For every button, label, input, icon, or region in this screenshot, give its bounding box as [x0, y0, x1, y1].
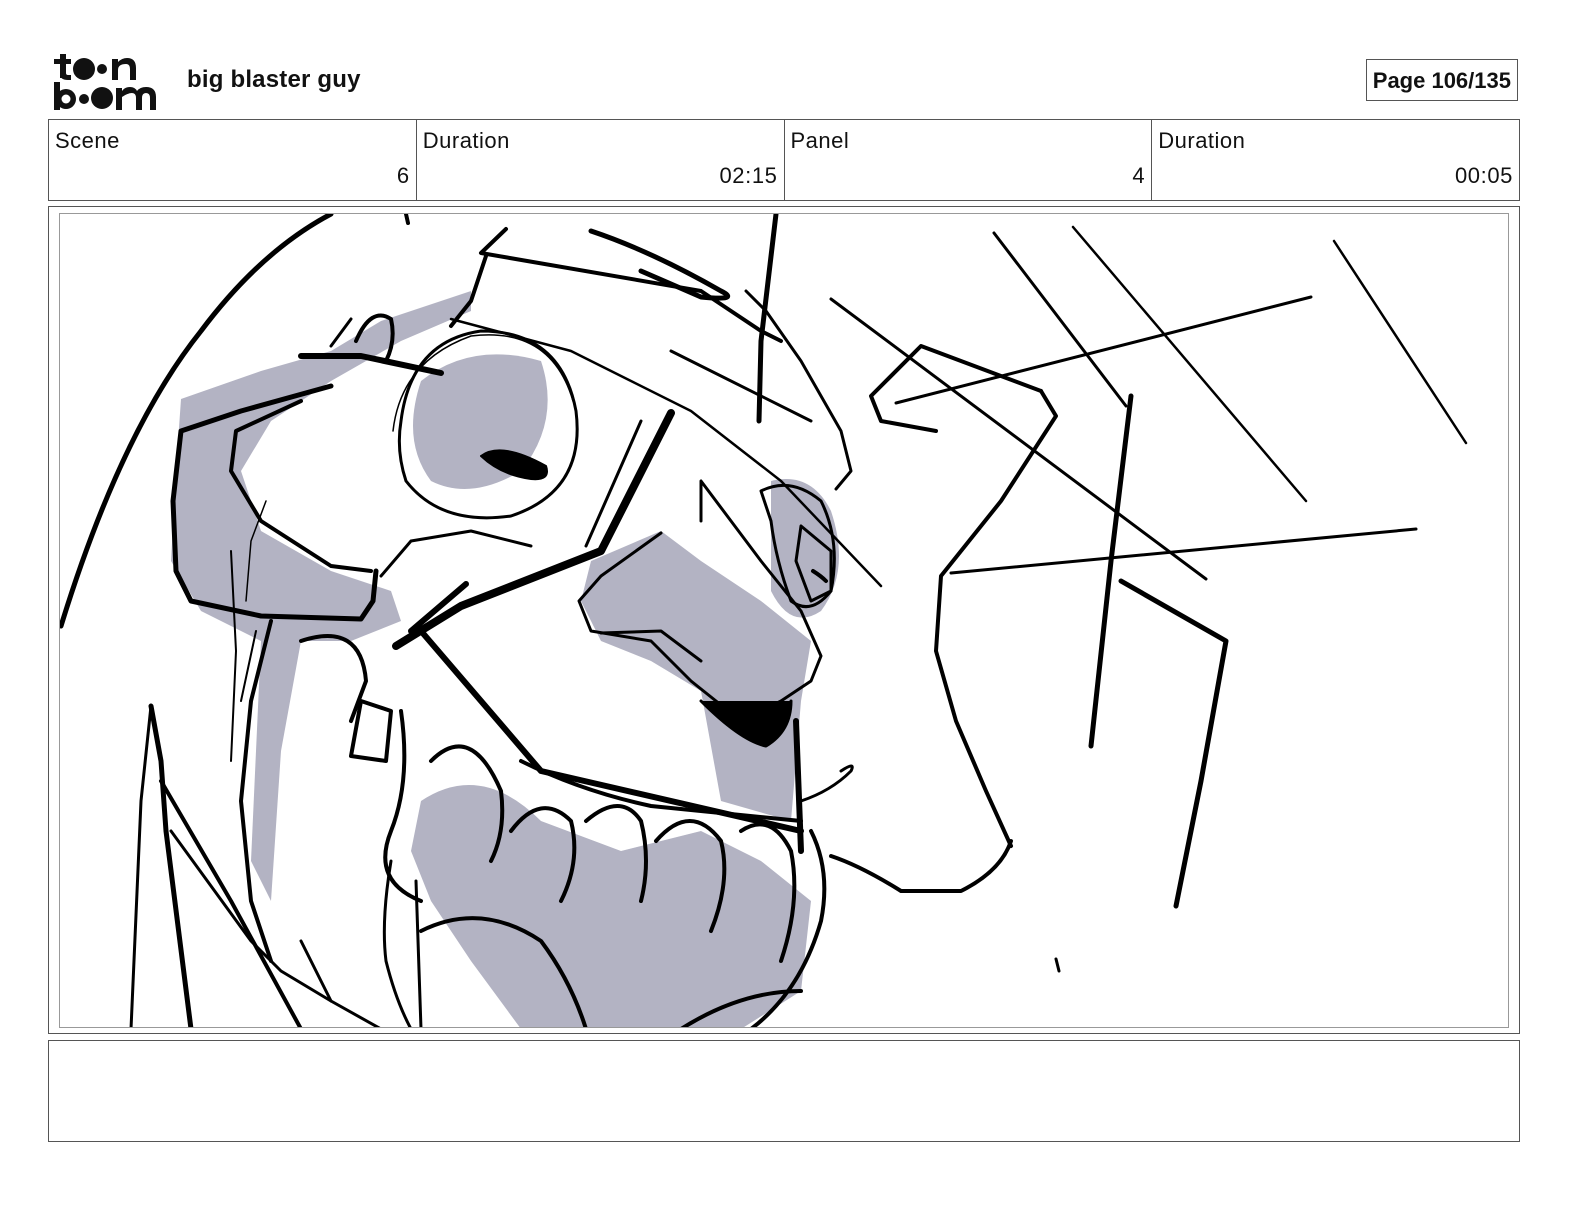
panel-notes-box	[48, 1040, 1520, 1142]
scene-value: 6	[396, 163, 410, 188]
panel-cell: Panel 4	[785, 120, 1153, 200]
panel-value: 4	[1132, 163, 1146, 188]
scene-duration-label: Duration	[422, 128, 510, 153]
scene-duration-value: 02:15	[719, 163, 778, 188]
character-sketch	[60, 214, 1468, 1027]
panel-duration-value: 00:05	[1454, 163, 1513, 188]
scene-cell: Scene 6	[49, 120, 417, 200]
panel-info-row: Scene 6 Duration 02:15 Panel 4 Duration …	[48, 119, 1520, 201]
storyboard-panel-image	[59, 213, 1509, 1028]
scene-duration-cell: Duration 02:15	[417, 120, 785, 200]
scene-label: Scene	[55, 128, 120, 153]
panel-label: Panel	[790, 128, 850, 153]
panel-duration-label: Duration	[1158, 128, 1246, 153]
toon-boom-logo	[54, 54, 156, 110]
panel-duration-cell: Duration 00:05	[1152, 120, 1519, 200]
project-title: big blaster guy	[187, 66, 361, 93]
page-counter: Page 106/135	[1365, 59, 1518, 101]
